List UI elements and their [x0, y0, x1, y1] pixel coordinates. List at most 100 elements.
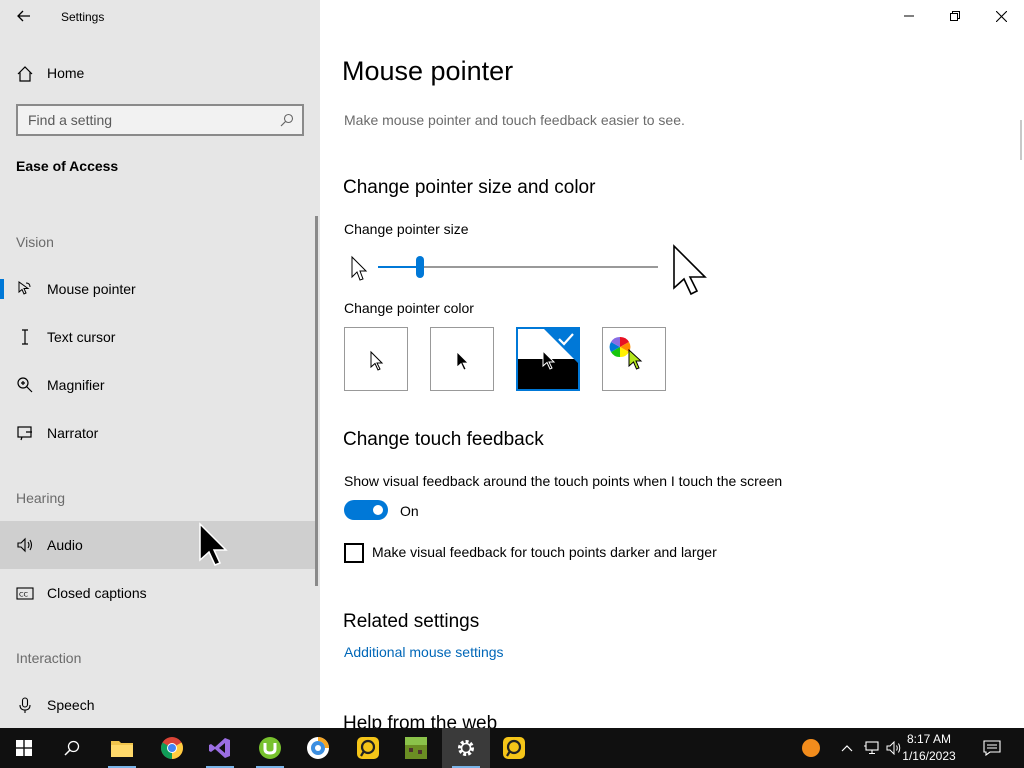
section-heading-touch: Change touch feedback [343, 429, 544, 450]
tray-network[interactable] [861, 738, 881, 758]
sidebar-item-narrator[interactable]: Narrator [0, 409, 316, 457]
checkmark-icon [544, 329, 578, 363]
sidebar-scrollbar[interactable] [315, 216, 318, 586]
gear-icon [458, 740, 474, 756]
sidebar-item-speech[interactable]: Speech [0, 681, 316, 729]
close-button[interactable] [978, 0, 1024, 32]
taskbar: 8:17 AM 1/16/2023 [0, 728, 1024, 768]
home-icon [17, 66, 33, 82]
pointer-size-slider-fill [378, 266, 420, 268]
pointer-color-white[interactable] [344, 327, 408, 391]
page-title: Mouse pointer [342, 56, 514, 86]
pointer-size-label: Change pointer size [344, 221, 469, 237]
touch-feedback-toggle[interactable] [344, 500, 388, 520]
taskbar-utorrent[interactable] [246, 728, 294, 768]
magnifier-icon [17, 377, 33, 393]
main-scrollbar[interactable] [1020, 120, 1022, 160]
back-arrow-icon [17, 10, 30, 22]
folder-icon [111, 741, 133, 757]
app-yellow-icon [357, 737, 379, 759]
sidebar-item-audio[interactable]: Audio [0, 521, 316, 569]
minimize-icon [904, 15, 914, 17]
closed-captions-icon: CC [16, 587, 34, 600]
pointer-size-slider-thumb[interactable] [416, 256, 424, 278]
sidebar-item-label: Text cursor [47, 329, 116, 345]
additional-mouse-settings-link[interactable]: Additional mouse settings [344, 644, 504, 660]
mouse-cursor-icon [199, 522, 228, 566]
sidebar-item-label: Mouse pointer [47, 281, 136, 297]
group-header-hearing: Hearing [16, 490, 66, 506]
search-icon [64, 740, 80, 756]
sidebar-item-magnifier[interactable]: Magnifier [0, 361, 316, 409]
sidebar-item-label: Speech [47, 697, 95, 713]
sidebar-item-closed-captions[interactable]: CC Closed captions [0, 569, 316, 617]
large-pointer-icon [673, 244, 707, 296]
pointer-color-custom[interactable] [602, 327, 666, 391]
tray-overflow-button[interactable] [837, 738, 857, 758]
search-icon[interactable] [280, 113, 294, 127]
back-button[interactable] [8, 2, 40, 30]
main-content: Mouse pointer Make mouse pointer and tou… [320, 0, 1024, 728]
tray-clock[interactable]: 8:17 AM 1/16/2023 [894, 731, 964, 765]
clock-time: 8:17 AM [906, 732, 952, 746]
action-center-button[interactable] [982, 738, 1002, 758]
sidebar-item-text-cursor[interactable]: Text cursor [0, 313, 316, 361]
section-heading-help: Help from the web [343, 713, 498, 728]
sidebar-home-label: Home [47, 65, 85, 81]
pointer-color-black[interactable] [430, 327, 494, 391]
svg-text:CC: CC [19, 591, 29, 599]
sidebar-item-label: Narrator [47, 425, 99, 441]
small-pointer-icon [351, 255, 368, 281]
taskbar-file-explorer[interactable] [98, 728, 146, 768]
sidebar-item-label: Audio [47, 537, 83, 553]
section-heading-size-color: Change pointer size and color [343, 177, 596, 198]
windows-logo-icon [16, 740, 32, 756]
section-title: Ease of Access [16, 158, 119, 174]
app-title: Settings [61, 10, 105, 24]
sidebar-item-mouse-pointer[interactable]: Mouse pointer [0, 265, 316, 313]
minimize-button[interactable] [886, 0, 932, 32]
taskbar-app-yellow[interactable] [344, 728, 392, 768]
sidebar-home[interactable]: Home [0, 56, 320, 90]
taskbar-settings[interactable] [442, 728, 490, 768]
network-icon [864, 741, 879, 755]
chrome-icon [161, 737, 183, 759]
restore-icon [950, 11, 960, 21]
darker-feedback-checkbox[interactable] [344, 543, 364, 563]
toggle-state-label: On [400, 503, 419, 519]
search-box[interactable] [16, 104, 304, 136]
page-subtitle: Make mouse pointer and touch feedback ea… [344, 112, 685, 128]
restore-button[interactable] [932, 0, 978, 32]
mouse-pointer-icon [18, 281, 31, 295]
minecraft-icon [405, 737, 427, 759]
lime-pointer-icon [628, 348, 643, 370]
taskbar-browser[interactable] [294, 728, 342, 768]
active-indicator [0, 279, 4, 299]
taskbar-chrome[interactable] [148, 728, 196, 768]
orange-circle-icon [802, 739, 820, 757]
pointer-color-inverted[interactable] [516, 327, 580, 391]
toggle-knob [373, 505, 383, 515]
app-yellow-icon [503, 737, 525, 759]
narrator-icon [17, 426, 32, 441]
clock-date: 1/16/2023 [902, 749, 956, 763]
group-header-vision: Vision [16, 234, 54, 250]
chevron-up-icon [841, 745, 853, 752]
taskbar-search-button[interactable] [48, 728, 96, 768]
section-heading-related: Related settings [343, 611, 480, 632]
sidebar-item-label: Magnifier [47, 377, 105, 393]
text-cursor-icon [22, 329, 28, 345]
taskbar-app-yellow-2[interactable] [490, 728, 538, 768]
speaker-icon [17, 537, 33, 553]
taskbar-minecraft[interactable] [392, 728, 440, 768]
tray-app-orange[interactable] [801, 738, 821, 758]
search-input[interactable] [28, 112, 268, 128]
pointer-color-label: Change pointer color [344, 300, 474, 316]
sidebar: Settings Home Ease of Access Vision Mous… [0, 0, 320, 728]
utorrent-icon [259, 737, 281, 759]
start-button[interactable] [0, 728, 48, 768]
microphone-icon [19, 697, 31, 713]
group-header-interaction: Interaction [16, 650, 82, 666]
title-bar: Settings [0, 0, 320, 32]
taskbar-visual-studio[interactable] [196, 728, 244, 768]
